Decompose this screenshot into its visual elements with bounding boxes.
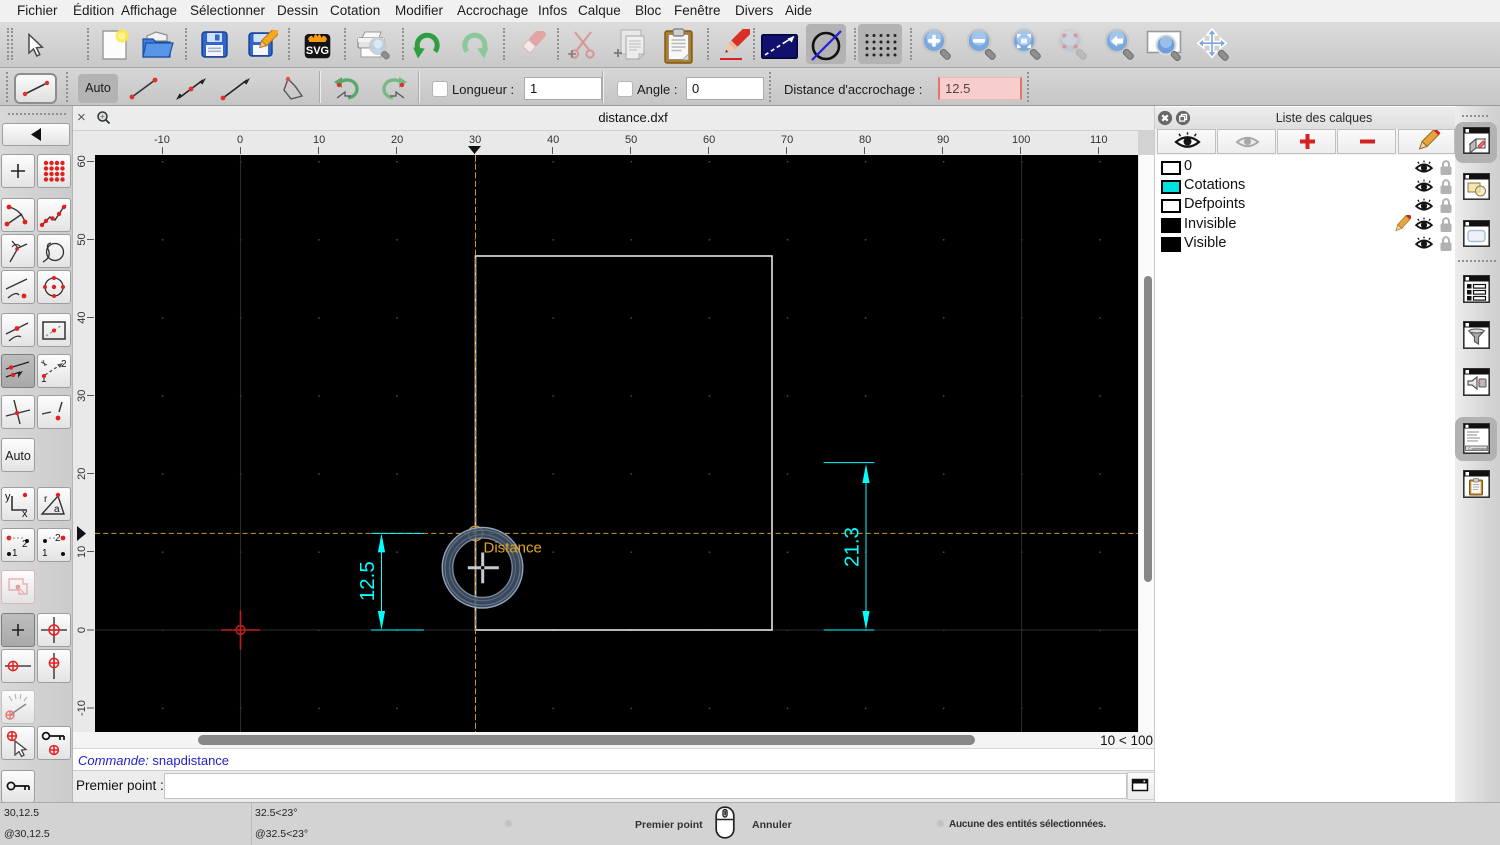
svg-text:y: y (5, 491, 11, 503)
svg-text:SVG: SVG (306, 45, 329, 57)
svg-text:1: 1 (12, 548, 18, 559)
svg-text:12.5: 12.5 (356, 561, 379, 601)
svg-text:50: 50 (76, 233, 88, 245)
svg-text:2: 2 (22, 539, 28, 550)
svg-text:a: a (54, 504, 60, 515)
svg-text:C command: C command (1468, 447, 1487, 451)
svg-text:40: 40 (76, 311, 88, 323)
svg-text:1: 1 (42, 548, 48, 559)
svg-text:20: 20 (76, 468, 88, 480)
svg-text:21.3: 21.3 (841, 527, 864, 567)
svg-text:Distance: Distance (484, 540, 542, 557)
svg-text:30: 30 (76, 390, 88, 402)
svg-text:10: 10 (76, 546, 88, 558)
svg-text:0: 0 (76, 627, 88, 633)
svg-text:r: r (44, 494, 48, 505)
svg-text:60: 60 (76, 155, 88, 167)
svg-text:-10: -10 (76, 700, 88, 716)
